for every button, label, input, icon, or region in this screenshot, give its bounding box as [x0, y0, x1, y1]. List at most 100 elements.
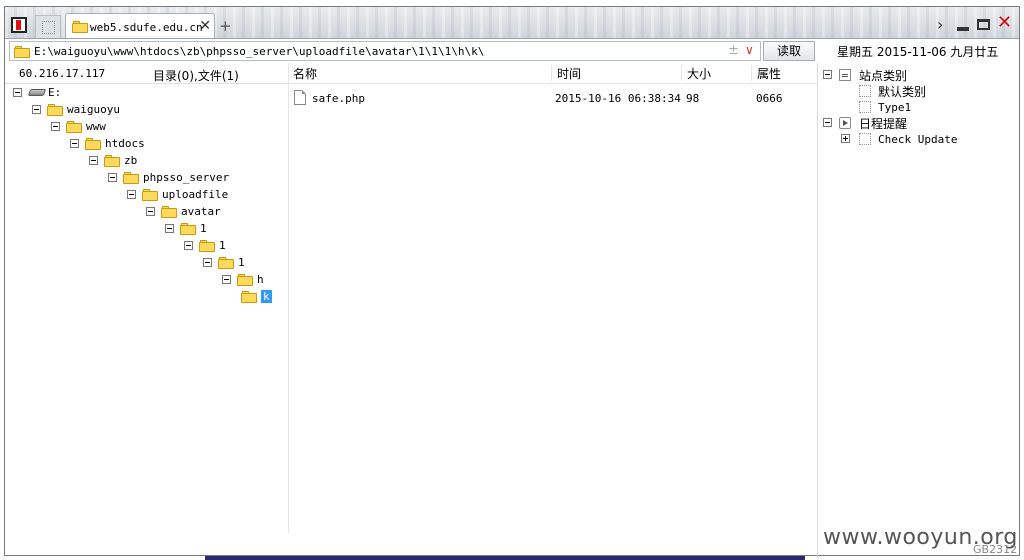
chevron-down-icon[interactable]: ∨ [745, 43, 754, 57]
collapse-icon[interactable] [89, 156, 98, 165]
taskbar-strip [205, 556, 805, 560]
folder-icon [237, 273, 253, 286]
tree-node-label: uploadfile [162, 188, 229, 201]
divider [5, 83, 288, 84]
tree-node-label: htdocs [105, 137, 145, 150]
tree-node[interactable]: 1 [184, 238, 288, 255]
path-text: E:\waiguoyu\www\htdocs\zb\phpsso_server\… [34, 45, 485, 58]
app-window: web5.sdufe.edu.cn ✕ + › ✕ E:\waiguoyu\ww… [4, 6, 1020, 557]
read-button[interactable]: 读取 [763, 41, 815, 61]
group-label: 站点类别 [859, 69, 908, 83]
collapse-icon[interactable] [184, 241, 193, 250]
close-window-icon[interactable]: ✕ [997, 12, 1012, 33]
collapse-icon[interactable] [32, 105, 41, 114]
group-label: 日程提醒 [859, 117, 908, 131]
folder-icon [66, 120, 82, 133]
folder-icon [199, 239, 215, 252]
folder-open-icon [241, 290, 257, 303]
drive-icon [27, 89, 47, 96]
tree-node[interactable]: avatar [146, 204, 288, 221]
collapse-icon[interactable] [108, 173, 117, 182]
folder-icon [142, 188, 158, 201]
collapse-icon[interactable] [51, 122, 60, 131]
app-logo-icon[interactable] [11, 17, 27, 33]
item-label: Check Update [878, 133, 958, 146]
tree-node[interactable]: 1 [203, 255, 288, 272]
column-divider[interactable] [751, 65, 752, 81]
collapse-icon[interactable] [203, 258, 212, 267]
file-time: 2015-10-16 06:38:34 [555, 92, 681, 105]
tree-node[interactable]: waiguoyu [32, 102, 288, 119]
tree-node[interactable]: h [222, 272, 288, 289]
column-header-attr[interactable]: 属性 [757, 65, 781, 82]
minimize-icon[interactable] [957, 27, 969, 31]
panel-divider[interactable] [817, 63, 818, 557]
blank-tab[interactable] [35, 15, 61, 38]
new-tab-plus-icon[interactable]: + [219, 17, 232, 35]
date-display: 星期五 2015-11-06 九月廿五 [837, 45, 999, 59]
tab-close-icon[interactable]: ✕ [199, 18, 211, 34]
tree-node-label: waiguoyu [67, 103, 120, 116]
table-row[interactable]: safe.php 2015-10-16 06:38:34 98 0666 [289, 89, 817, 107]
tree-node-label: 1 [219, 239, 226, 252]
file-name: safe.php [312, 92, 365, 105]
panel-divider[interactable] [288, 63, 289, 533]
tree-node[interactable]: phpsso_server [108, 170, 288, 187]
column-header-time[interactable]: 时间 [557, 65, 581, 82]
tab-active[interactable]: web5.sdufe.edu.cn ✕ [65, 13, 215, 38]
folder-icon [180, 222, 196, 235]
column-header-size[interactable]: 大小 [687, 65, 711, 82]
collapse-icon[interactable] [222, 275, 231, 284]
collapse-icon[interactable] [13, 88, 22, 97]
list-icon [839, 69, 851, 81]
clock-icon [839, 117, 851, 129]
tree-node[interactable]: uploadfile [127, 187, 288, 204]
path-input[interactable]: E:\waiguoyu\www\htdocs\zb\phpsso_server\… [9, 41, 761, 61]
item-label: Type1 [878, 101, 912, 114]
chevron-right-icon[interactable]: › [937, 15, 943, 34]
divider [289, 83, 817, 84]
maximize-icon[interactable] [977, 19, 990, 30]
collapse-icon[interactable] [146, 207, 155, 216]
tree-node-label: 1 [238, 256, 245, 269]
tab-title: web5.sdufe.edu.cn [90, 21, 203, 34]
codepage-label: GB2312 [973, 543, 1018, 556]
server-ip: 60.216.17.117 [19, 67, 106, 80]
tree-node-label: h [257, 273, 264, 286]
tree-node-label: avatar [181, 205, 221, 218]
tree-node-label: phpsso_server [143, 171, 230, 184]
dir-file-count: 目录(0),文件(1) [153, 69, 239, 83]
blank-page-icon [42, 21, 55, 34]
file-icon [294, 90, 306, 105]
item-label: 默认类别 [878, 85, 927, 99]
tree-node[interactable]: E: [13, 85, 288, 102]
folder-icon [161, 205, 177, 218]
collapse-icon[interactable] [127, 190, 136, 199]
folder-icon [47, 103, 63, 116]
tree-node[interactable]: k [241, 289, 288, 306]
tree-node-label: 1 [200, 222, 207, 235]
collapse-icon[interactable] [165, 224, 174, 233]
collapse-icon[interactable] [70, 139, 79, 148]
tree-node-label: E: [48, 86, 62, 99]
tree-node[interactable]: htdocs [70, 136, 288, 153]
add-bookmark-icon[interactable]: ± [728, 43, 739, 58]
folder-icon [218, 256, 234, 269]
collapse-icon[interactable] [823, 70, 832, 79]
column-header-name[interactable]: 名称 [293, 65, 317, 82]
tree-node[interactable]: zb [89, 153, 288, 170]
category-icon [859, 85, 871, 97]
tree-node[interactable]: www [51, 119, 288, 136]
collapse-icon[interactable] [823, 118, 832, 127]
category-icon [859, 101, 871, 113]
tree-node[interactable]: 1 [165, 221, 288, 238]
column-divider[interactable] [551, 65, 552, 81]
folder-icon [104, 154, 120, 167]
tree-node-label: www [86, 120, 106, 133]
folder-icon [14, 45, 30, 58]
folder-icon [72, 20, 88, 33]
column-divider[interactable] [681, 65, 682, 81]
file-attr: 0666 [756, 92, 783, 105]
expand-icon[interactable] [841, 134, 850, 143]
folder-icon [85, 137, 101, 150]
